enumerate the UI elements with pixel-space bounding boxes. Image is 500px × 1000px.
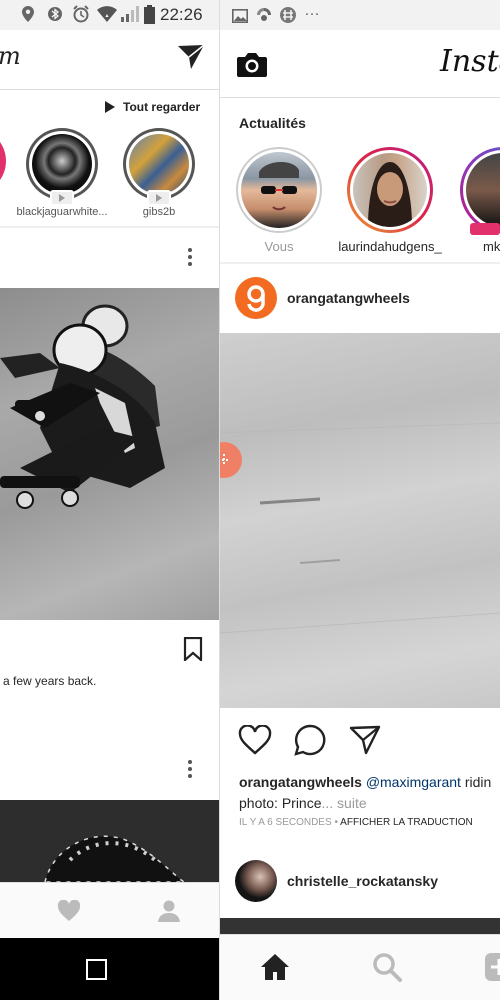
bottom-nav-right [220, 934, 500, 1000]
status-time: 22:26 [160, 5, 203, 24]
image-notification-icon [232, 8, 248, 28]
status-bar-left: 22:26 [0, 0, 219, 30]
caption-more-link[interactable]: ... suite [322, 795, 367, 811]
next-post-author-name[interactable]: christelle_rockatansky [287, 873, 438, 889]
android-nav-bar [0, 938, 219, 1000]
post-image[interactable] [0, 800, 219, 882]
slack-notification-icon [280, 7, 296, 28]
app-title-fragment: m [0, 42, 21, 70]
battery-icon [144, 5, 155, 29]
camera-icon[interactable] [235, 50, 269, 80]
story-partial-ring[interactable] [0, 128, 6, 194]
caption-username[interactable]: orangatangwheels [239, 774, 362, 790]
post-meta: IL Y A 6 SECONDES • AFFICHER LA TRADUCTI… [239, 817, 473, 828]
signal-icon [121, 6, 139, 27]
sync-notification-icon [256, 7, 272, 28]
save-bookmark-icon[interactable] [181, 636, 205, 662]
story-label: blackjaguarwhite... [16, 206, 108, 218]
more-options-icon[interactable] [180, 246, 200, 268]
direct-message-icon[interactable] [176, 42, 206, 72]
post-time: IL Y A 6 SECONDES [239, 817, 332, 828]
alarm-icon [72, 5, 90, 28]
stories-title: Actualités [239, 115, 306, 131]
story-item[interactable] [123, 128, 195, 206]
post-image[interactable] [0, 288, 219, 620]
bluetooth-icon [48, 5, 62, 28]
more-options-icon[interactable] [180, 758, 200, 780]
add-post-icon[interactable] [482, 951, 500, 983]
location-icon [22, 6, 34, 27]
see-all-stories[interactable]: Tout regarder [104, 98, 200, 116]
post-image[interactable] [220, 333, 500, 708]
next-post-author-avatar[interactable] [235, 860, 277, 902]
section-divider [0, 226, 219, 228]
story-video-badge [50, 190, 74, 206]
story-label: Vous [264, 239, 294, 254]
status-bar-right: … [220, 0, 500, 30]
share-icon[interactable] [347, 723, 383, 757]
story-avatar [353, 153, 427, 227]
live-badge [470, 223, 500, 235]
wifi-icon [97, 6, 117, 27]
post-author-name[interactable]: orangatangwheels [287, 290, 410, 306]
comment-icon[interactable] [292, 723, 328, 757]
post-author-avatar[interactable] [235, 277, 277, 319]
heart-activity-icon[interactable] [55, 897, 83, 925]
caption-mention[interactable]: @maximgarant [366, 774, 461, 790]
story-label: mk [483, 239, 500, 254]
story-video-badge [147, 190, 171, 206]
translate-link[interactable]: AFFICHER LA TRADUCTION [340, 817, 473, 828]
bottom-nav-left [0, 882, 219, 938]
app-title: Insta [440, 44, 500, 79]
story-avatar [32, 134, 92, 194]
story-item[interactable] [26, 128, 98, 206]
top-bar-left: m [0, 30, 219, 90]
profile-icon[interactable] [155, 897, 183, 925]
story-label: laurindahudgens_ [338, 239, 442, 254]
home-icon[interactable] [258, 951, 292, 983]
search-icon[interactable] [370, 951, 404, 983]
left-pane: 22:26 m Tout regarder blackjaguarwhite..… [0, 0, 219, 1000]
recent-apps-button[interactable] [86, 959, 107, 980]
top-bar-right: Insta [220, 30, 500, 98]
caption-line2: photo: Prince [239, 795, 322, 811]
post-caption-fragment: a few years back. [3, 674, 97, 688]
story-label: gibs2b [142, 206, 176, 218]
post-caption: orangatangwheels @maximgarant ridin phot… [239, 772, 500, 814]
story-item-you[interactable] [236, 147, 322, 233]
like-heart-icon[interactable] [237, 723, 273, 757]
story-item[interactable] [347, 147, 433, 233]
right-pane: … Insta Actualités Vous laurindahudgens_… [219, 0, 500, 1000]
story-avatar [241, 152, 317, 228]
caption-text: ridin [460, 774, 492, 790]
play-icon [105, 101, 115, 113]
see-all-label: Tout regarder [123, 100, 201, 114]
story-avatar [129, 134, 189, 194]
more-notifications-icon: … [304, 2, 320, 19]
story-item[interactable] [460, 147, 500, 235]
section-divider [220, 262, 500, 264]
